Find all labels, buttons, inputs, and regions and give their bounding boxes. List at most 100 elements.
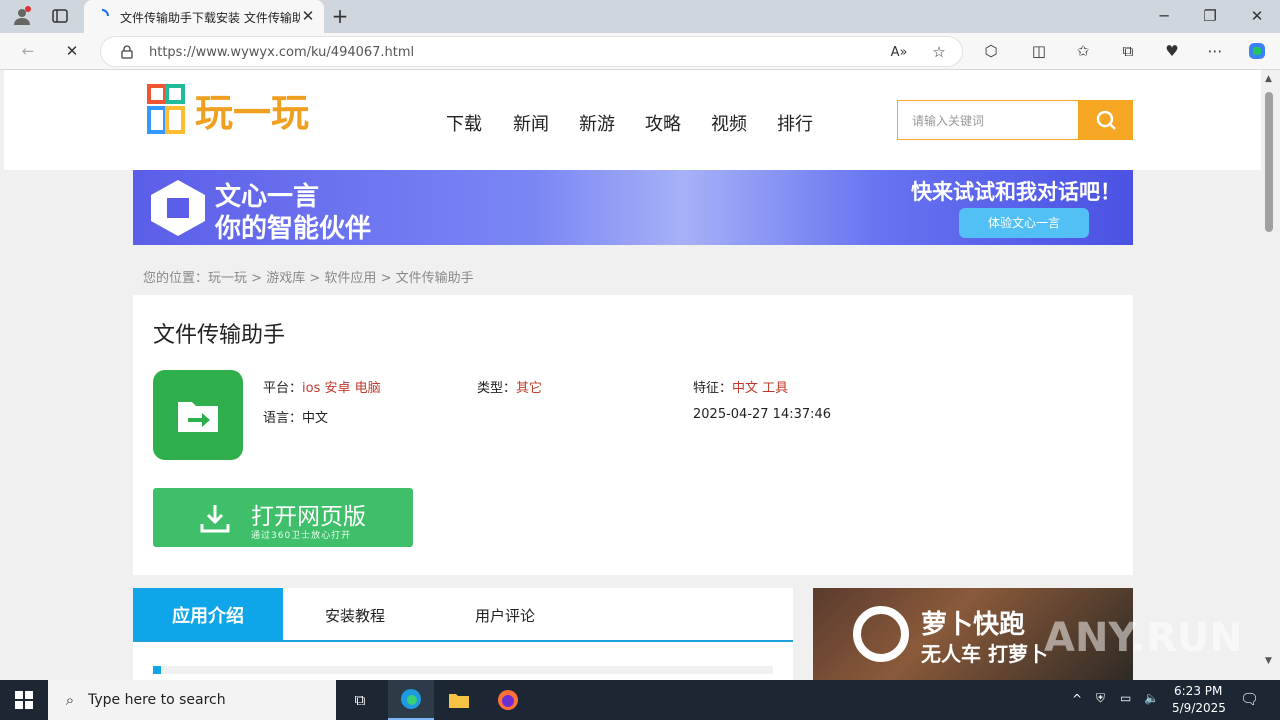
tab-app-intro[interactable]: 应用介绍 xyxy=(133,588,283,642)
close-window-icon[interactable]: ✕ xyxy=(1245,4,1269,28)
task-view-icon[interactable]: ⧉ xyxy=(348,688,372,712)
banner-cta-button[interactable]: 体验文心一言 xyxy=(959,208,1089,238)
notification-icon[interactable]: 🗨 xyxy=(1240,690,1259,708)
download-icon xyxy=(200,505,230,533)
breadcrumb-sep: > xyxy=(309,271,321,286)
logo-text: 玩一玩 xyxy=(195,91,309,135)
taskbar-search-input[interactable]: Type here to search xyxy=(88,692,226,708)
search-input[interactable]: 请输入关键词 xyxy=(912,112,984,129)
breadcrumb-prefix: 您的位置： xyxy=(143,271,209,286)
tab-actions-icon[interactable] xyxy=(48,4,72,28)
windows-taskbar: ⌕ Type here to search ⧉ ^ ⛨ ▭ 🔈 6:23 PM … xyxy=(0,680,1280,720)
collections-icon[interactable]: ⧉ xyxy=(1116,39,1140,63)
search-icon: ⌕ xyxy=(65,691,75,709)
wenxin-logo-icon xyxy=(151,180,205,236)
ad2-subtitle: 无人车 打萝卜 xyxy=(921,642,1048,666)
tray-network-icon[interactable]: ▭ xyxy=(1120,691,1131,705)
site-logo[interactable]: 玩一玩 xyxy=(147,82,357,142)
breadcrumb-item-software[interactable]: 软件应用 xyxy=(324,271,376,286)
browser-essentials-icon[interactable]: ♥ xyxy=(1160,39,1184,63)
tray-security-icon[interactable]: ⛨ xyxy=(1096,691,1105,706)
update-date: 2025-04-27 14:37:46 xyxy=(693,407,832,422)
nav-download[interactable]: 下载 xyxy=(446,110,482,136)
stop-loading-icon[interactable]: ✕ xyxy=(60,39,84,63)
nav-new-games[interactable]: 新游 xyxy=(579,110,615,136)
breadcrumb-item-home[interactable]: 玩一玩 xyxy=(208,271,247,286)
platform-label: 平台： xyxy=(263,381,303,396)
read-aloud-icon[interactable]: A» xyxy=(887,40,911,64)
favorites-icon[interactable]: ✩ xyxy=(1071,39,1095,63)
feature-label: 特征： xyxy=(693,381,733,396)
breadcrumb-item-gamelib[interactable]: 游戏库 xyxy=(266,271,305,286)
copilot-icon[interactable] xyxy=(1245,39,1269,63)
nav-videos[interactable]: 视频 xyxy=(711,110,747,136)
file-explorer-icon[interactable] xyxy=(447,688,471,712)
minimize-icon[interactable]: ─ xyxy=(1152,4,1176,28)
close-tab-icon[interactable]: ✕ xyxy=(296,4,320,28)
clock-time[interactable]: 6:23 PM xyxy=(1174,684,1222,698)
nav-guides[interactable]: 攻略 xyxy=(645,110,681,136)
open-button-label: 打开网页版 xyxy=(251,504,366,530)
tab-install-tutorial[interactable]: 安装教程 xyxy=(325,605,385,626)
ad2-logo-icon xyxy=(853,606,909,662)
new-tab-icon[interactable]: + xyxy=(328,4,352,28)
ad-banner-wenxin[interactable]: 文心一言 你的智能伙伴 快来试试和我对话吧！ 体验文心一言 xyxy=(133,170,1133,245)
tray-chevron-icon[interactable]: ^ xyxy=(1072,692,1082,706)
tray-volume-icon[interactable]: 🔈 xyxy=(1144,691,1159,705)
split-screen-icon[interactable]: ◫ xyxy=(1027,39,1051,63)
search-button[interactable] xyxy=(1078,100,1133,140)
app-icon xyxy=(153,370,243,460)
tabs-underline xyxy=(133,640,793,642)
edge-taskbar-icon[interactable] xyxy=(388,680,434,720)
banner-cta-text: 快来试试和我对话吧！ xyxy=(911,180,1121,204)
back-icon[interactable]: ← xyxy=(16,39,40,63)
scroll-down-icon[interactable]: ▼ xyxy=(1265,656,1272,666)
section-marker xyxy=(153,666,773,674)
active-tab[interactable]: 文件传输助手下载安装 文件传输助 ✕ xyxy=(84,0,324,33)
favorite-star-icon[interactable]: ☆ xyxy=(927,40,951,64)
banner-subtitle: 你的智能伙伴 xyxy=(215,214,372,244)
nav-rankings[interactable]: 排行 xyxy=(777,110,813,136)
windows-start-icon[interactable] xyxy=(12,688,36,712)
open-web-version-button[interactable]: 打开网页版 通过360卫士放心打开 xyxy=(153,488,413,547)
app-info-card: 文件传输助手 平台：ios 安卓 电脑 类型：其它 特征：中文 工具 语言：中文… xyxy=(133,295,1133,575)
ad2-title: 萝卜快跑 xyxy=(921,610,1026,640)
site-search: 请输入关键词 xyxy=(897,100,1133,140)
profile-icon[interactable] xyxy=(10,4,34,28)
nav-news[interactable]: 新闻 xyxy=(513,110,549,136)
firefox-icon[interactable] xyxy=(496,688,520,712)
platform-values[interactable]: ios 安卓 电脑 xyxy=(302,381,381,396)
url-field[interactable]: https://www.wywyx.com/ku/494067.html A» … xyxy=(100,36,963,67)
loading-icon xyxy=(90,4,114,28)
taskbar-search[interactable]: ⌕ Type here to search xyxy=(48,680,336,720)
scroll-up-icon[interactable]: ▲ xyxy=(1265,74,1272,84)
web-page: 玩一玩 下载 新闻 新游 攻略 视频 排行 请输入关键词 文心一言 你的智能伙伴… xyxy=(4,70,1261,680)
clock-date[interactable]: 5/9/2025 xyxy=(1172,701,1226,715)
lock-icon[interactable] xyxy=(115,40,139,64)
breadcrumb-sep: > xyxy=(251,271,263,286)
site-header: 玩一玩 下载 新闻 新游 攻略 视频 排行 请输入关键词 xyxy=(4,70,1261,170)
extensions-icon[interactable]: ⬡ xyxy=(979,39,1003,63)
breadcrumb: 您的位置：玩一玩 > 游戏库 > 软件应用 > 文件传输助手 xyxy=(143,267,474,286)
open-button-sublabel: 通过360卫士放心打开 xyxy=(251,531,352,541)
type-label: 类型： xyxy=(477,381,517,396)
browser-tab-bar: 文件传输助手下载安装 文件传输助 ✕ + ─ ❐ ✕ xyxy=(0,0,1280,33)
url-text: https://www.wywyx.com/ku/494067.html xyxy=(149,45,415,60)
language-label: 语言： xyxy=(263,411,303,426)
breadcrumb-sep: > xyxy=(380,271,392,286)
folder-arrow-icon xyxy=(178,402,218,432)
page-scrollbar[interactable]: ▲ ▼ xyxy=(1261,70,1280,680)
feature-values[interactable]: 中文 工具 xyxy=(732,381,788,396)
tab-title: 文件传输助手下载安装 文件传输助 xyxy=(120,11,300,25)
restore-icon[interactable]: ❐ xyxy=(1198,4,1222,28)
app-title: 文件传输助手 xyxy=(153,323,286,348)
type-value[interactable]: 其它 xyxy=(516,381,542,396)
more-menu-icon[interactable]: ⋯ xyxy=(1203,39,1227,63)
tab-user-reviews[interactable]: 用户评论 xyxy=(475,605,535,626)
scrollbar-thumb[interactable] xyxy=(1265,92,1273,232)
breadcrumb-item-current: 文件传输助手 xyxy=(395,271,474,286)
language-value: 中文 xyxy=(302,411,329,426)
address-bar-row: ← ✕ https://www.wywyx.com/ku/494067.html… xyxy=(0,33,1280,70)
anyrun-watermark: ANY.RUN xyxy=(1044,615,1243,661)
search-icon xyxy=(1096,110,1116,130)
